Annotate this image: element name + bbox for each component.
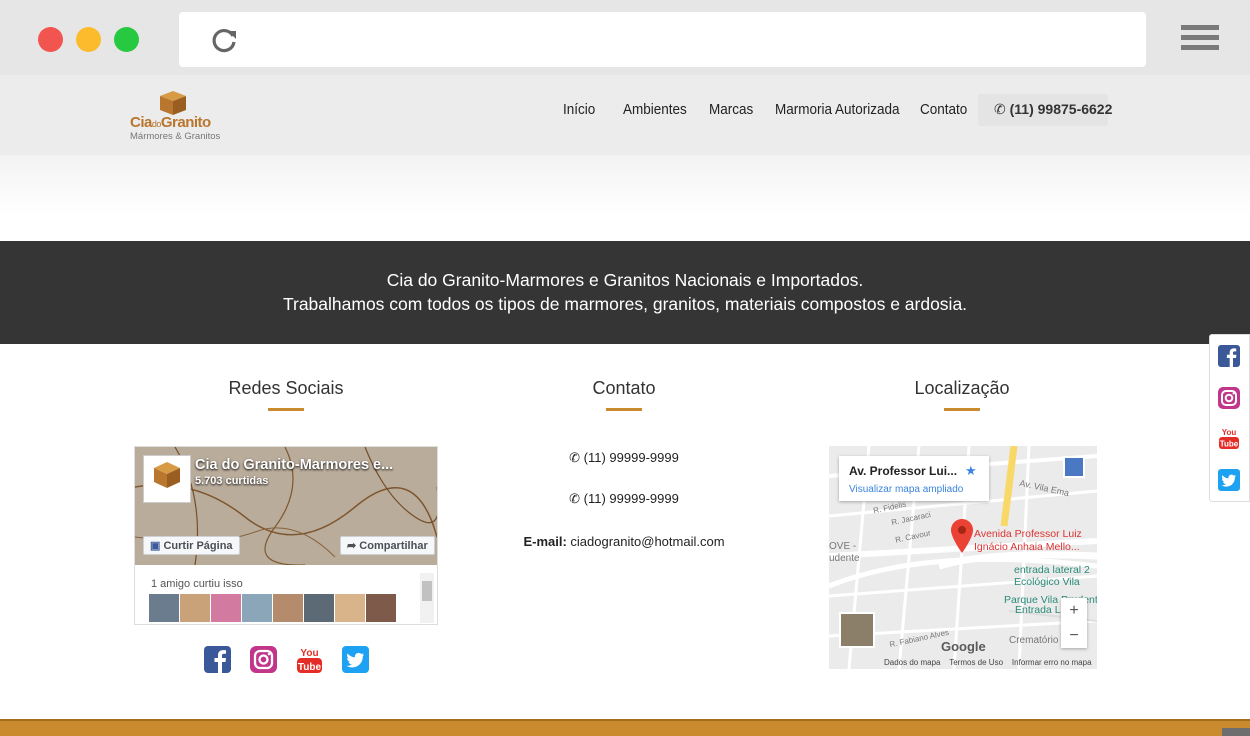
map-street-label: udente (829, 553, 860, 564)
youtube-icon[interactable]: You Tube (296, 646, 323, 674)
map-footer: Dados do mapa Termos de Uso Informar err… (884, 658, 1092, 667)
contact-phone-2[interactable]: ✆ (11) 99999-9999 (474, 491, 774, 507)
maximize-window-button[interactable] (114, 27, 139, 52)
floating-social-sidebar: You Tube (1209, 334, 1250, 502)
svg-text:Tube: Tube (298, 662, 322, 673)
nav-inicio[interactable]: Início (563, 101, 599, 118)
map-report-link[interactable]: Informar erro no mapa (1012, 658, 1092, 667)
close-window-button[interactable] (38, 27, 63, 52)
facebook-cover-image: Cia do Granito-Marmores e... 5.703 curti… (135, 447, 437, 565)
instagram-icon[interactable] (250, 646, 277, 674)
map-satellite-thumbnail[interactable] (839, 612, 875, 648)
zoom-in-button[interactable]: + (1061, 598, 1087, 623)
back-to-top-button[interactable] (1222, 728, 1250, 736)
phone-icon: ✆ (994, 101, 1006, 117)
nav-marcas[interactable]: Marcas (709, 101, 753, 118)
map-zoom-control: + − (1061, 598, 1087, 648)
facebook-friends-text: 1 amigo curtiu isso (151, 578, 243, 590)
location-map[interactable]: Av. Professor Lui... Visualizar mapa amp… (829, 446, 1097, 669)
logo-tagline: Mármores & Granitos (130, 131, 221, 142)
share-icon: ➦ (347, 540, 357, 552)
svg-text:You: You (300, 648, 318, 659)
map-pin-icon[interactable] (951, 519, 973, 553)
address-bar[interactable] (179, 12, 1146, 67)
map-street-label: Crematório (1009, 635, 1059, 646)
intro-banner: Cia do Granito-Marmores e Granitos Nacio… (0, 241, 1250, 344)
logo-name: CiadoGranito (130, 114, 211, 131)
nav-contato[interactable]: Contato (920, 101, 967, 118)
avatar[interactable] (180, 594, 210, 622)
map-street-label: Entrada La (1015, 604, 1067, 616)
facebook-friend-avatars (149, 594, 397, 622)
banner-line-1: Cia do Granito-Marmores e Granitos Nacio… (386, 270, 864, 290)
contact-section-title: Contato (592, 378, 656, 398)
contact-email: E-mail: ciadogranito@hotmail.com (474, 534, 774, 549)
logo-box-icon (160, 91, 186, 115)
twitter-icon[interactable] (342, 646, 369, 674)
map-enlarge-link[interactable]: Visualizar mapa ampliado (849, 484, 963, 495)
facebook-widget-scrollbar[interactable] (420, 573, 434, 623)
svg-text:Tube: Tube (1220, 440, 1239, 449)
location-title-underline (944, 408, 980, 411)
phone-icon: ✆ (569, 450, 581, 465)
map-info-card: Av. Professor Lui... Visualizar mapa amp… (839, 456, 989, 501)
main-nav: Início Ambientes Marcas Marmoria Autoriz… (563, 101, 993, 118)
header-phone: (11) 99875-6622 (1009, 101, 1113, 117)
facebook-page-name[interactable]: Cia do Granito-Marmores e... (195, 457, 393, 473)
facebook-page-widget[interactable]: Cia do Granito-Marmores e... 5.703 curti… (134, 446, 438, 625)
facebook-share-button[interactable]: ➦ Compartilhar (340, 536, 435, 555)
map-street-label: Ecológico Vila (1014, 576, 1080, 588)
facebook-icon: ▣ (150, 540, 161, 552)
instagram-icon[interactable] (1218, 387, 1240, 409)
avatar[interactable] (273, 594, 303, 622)
menu-icon[interactable] (1181, 25, 1219, 53)
avatar[interactable] (149, 594, 179, 622)
avatar[interactable] (242, 594, 272, 622)
map-data-link[interactable]: Dados do mapa (884, 658, 940, 667)
facebook-page-avatar[interactable] (143, 455, 191, 503)
avatar[interactable] (211, 594, 241, 622)
star-icon[interactable]: ★ (965, 463, 977, 479)
street-view-icon[interactable] (1063, 456, 1085, 478)
header-phone-button[interactable]: ✆ (11) 99875-6622 (978, 94, 1112, 126)
header-fade (0, 155, 1250, 241)
youtube-icon[interactable]: You Tube (1218, 427, 1240, 449)
site-logo[interactable]: CiadoGranito Mármores & Granitos (130, 88, 220, 144)
email-label: E-mail: (523, 534, 567, 549)
map-terms-link[interactable]: Termos de Uso (949, 658, 1003, 667)
social-title-underline (268, 408, 304, 411)
browser-chrome (0, 0, 1250, 75)
map-pin-label: Avenida Professor Luiz Ignácio Anhaia Me… (974, 528, 1082, 553)
map-place-title: Av. Professor Lui... (849, 464, 958, 478)
zoom-out-button[interactable]: − (1061, 623, 1087, 648)
social-icons-row: You Tube (204, 646, 388, 674)
location-section-title: Localização (914, 378, 1010, 398)
facebook-like-button[interactable]: ▣ Curtir Página (143, 536, 240, 555)
nav-marmoria-autorizada[interactable]: Marmoria Autorizada (775, 101, 900, 118)
avatar[interactable] (335, 594, 365, 622)
svg-text:You: You (1222, 428, 1237, 437)
contact-title-underline (606, 408, 642, 411)
google-logo: Google (941, 639, 986, 654)
facebook-icon[interactable] (1218, 345, 1240, 367)
footer-bar (0, 719, 1250, 736)
facebook-icon[interactable] (204, 646, 231, 674)
avatar[interactable] (304, 594, 334, 622)
social-section-title: Redes Sociais (228, 378, 344, 398)
facebook-like-count: 5.703 curtidas (195, 475, 269, 487)
twitter-icon[interactable] (1218, 469, 1240, 491)
minimize-window-button[interactable] (76, 27, 101, 52)
contact-phone-1[interactable]: ✆ (11) 99999-9999 (474, 450, 774, 466)
reload-icon[interactable] (209, 25, 239, 55)
phone-icon: ✆ (569, 491, 581, 506)
banner-line-2: Trabalhamos com todos os tipos de marmor… (282, 294, 968, 314)
nav-ambientes[interactable]: Ambientes (623, 101, 687, 118)
email-link[interactable]: ciadogranito@hotmail.com (570, 534, 724, 549)
avatar[interactable] (366, 594, 396, 622)
